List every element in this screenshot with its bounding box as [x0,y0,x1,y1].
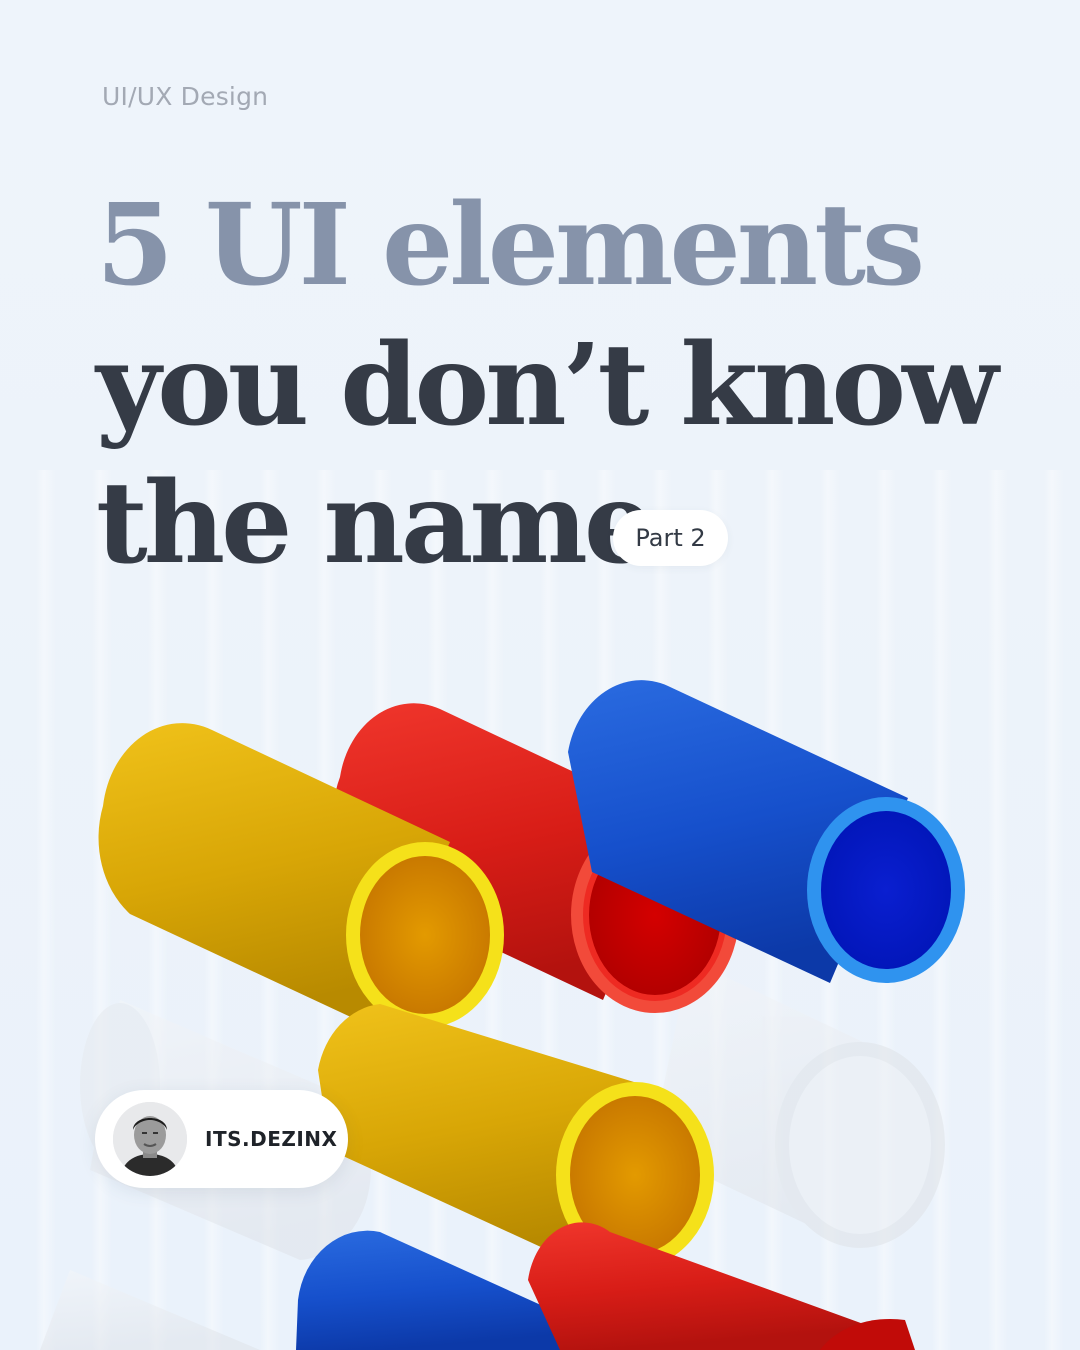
author-handle[interactable]: ITS.DEZINX [205,1127,337,1151]
ghost-tube-bottom-left [40,1270,260,1350]
yellow-tube-middle [318,1004,714,1268]
author-avatar [113,1102,187,1176]
author-chip[interactable]: ITS.DEZINX [95,1090,348,1188]
